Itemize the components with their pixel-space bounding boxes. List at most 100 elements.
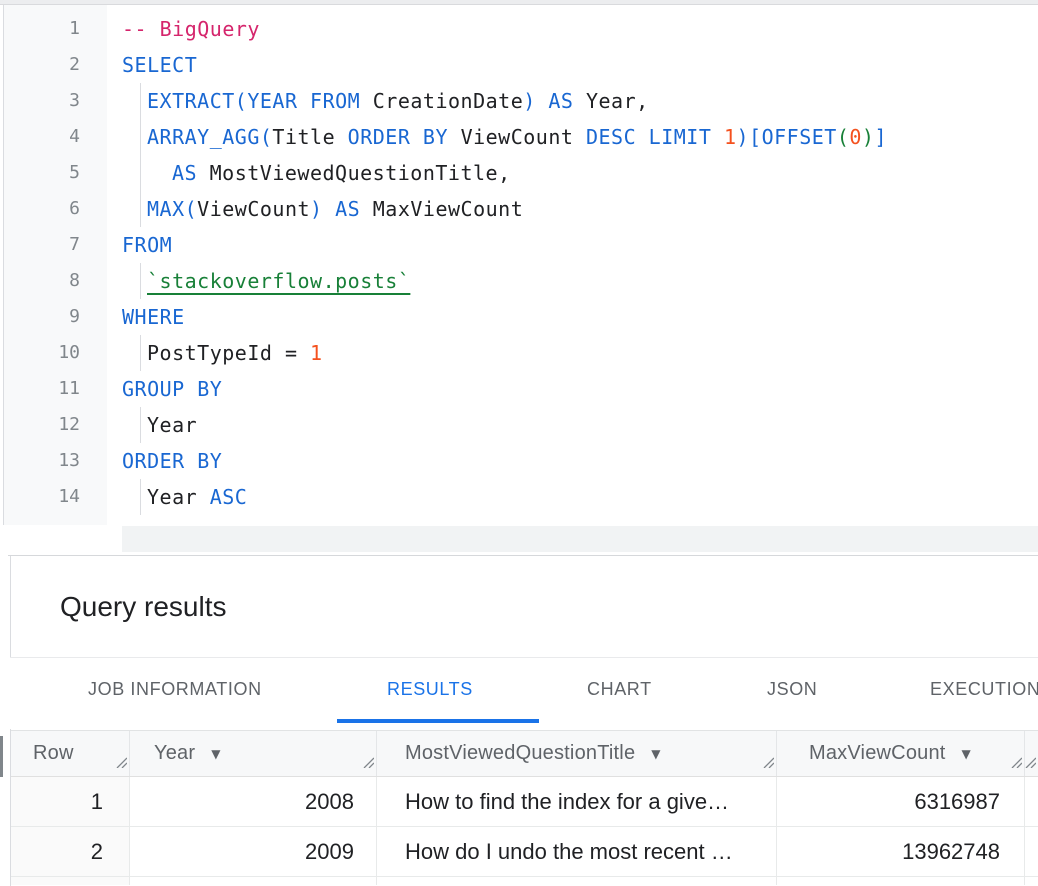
code-token: AS (172, 161, 197, 185)
table-header-row: RowYear▼MostViewedQuestionTitle▼MaxViewC… (11, 730, 1038, 777)
column-resize-grip-icon[interactable] (761, 751, 774, 774)
code-text: MAX(ViewCount) AS MaxViewCount (122, 191, 523, 227)
column-resize-grip-icon[interactable] (114, 751, 127, 774)
code-token: -- BigQuery (122, 17, 260, 41)
table-row: 22009How do I undo the most recent …1396… (11, 827, 1038, 877)
code-token: Year (147, 413, 197, 437)
column-resize-grip-icon[interactable] (1009, 751, 1022, 774)
code-token: GROUP BY (122, 377, 222, 401)
line-number: 7 (4, 227, 80, 263)
line-number: 5 (4, 155, 80, 191)
column-header-label: MostViewedQuestionTitle (405, 742, 635, 765)
code-line[interactable]: 10 PostTypeId = 1 (0, 335, 1038, 371)
editor-horizontal-scrollbar[interactable] (122, 526, 1038, 552)
code-line[interactable]: 12 Year (0, 407, 1038, 443)
line-number: 3 (4, 83, 80, 119)
left-scrollbar-thumb[interactable] (0, 736, 3, 777)
column-menu-arrow-icon[interactable]: ▼ (962, 747, 971, 761)
line-number: 1 (4, 11, 80, 47)
sql-editor[interactable]: 1 -- BigQuery 2 SELECT 3 EXTRACT(YEAR FROM Cr… (0, 5, 1038, 525)
column-header-year[interactable]: Year ▼ (130, 731, 377, 776)
cell-filler (1025, 777, 1038, 826)
code-token: 1 (724, 125, 737, 149)
code-token: WHERE (122, 305, 185, 329)
code-line[interactable]: 5 AS MostViewedQuestionTitle, (0, 155, 1038, 191)
code-line[interactable]: 9WHERE (0, 299, 1038, 335)
column-header-row[interactable]: Row (11, 731, 130, 776)
cell-maxviewcount: 6316987 (777, 777, 1025, 826)
code-line[interactable]: 1 -- BigQuery (0, 11, 1038, 47)
code-line[interactable]: 7 FROM (0, 227, 1038, 263)
code-token: ORDER BY (335, 125, 460, 149)
query-results-title: Query results (60, 557, 227, 657)
code-text: PostTypeId = 1 (122, 335, 323, 371)
code-token: ARRAY_AGG( (147, 125, 272, 149)
code-text: ORDER BY (122, 443, 222, 479)
code-line[interactable]: 13 ORDER BY (0, 443, 1038, 479)
code-text: EXTRACT(YEAR FROM CreationDate) AS Year, (122, 83, 649, 119)
code-token: 0 (849, 125, 862, 149)
column-resize-grip-icon[interactable] (1023, 751, 1036, 774)
line-number: 10 (4, 335, 80, 371)
tab-results[interactable]: RESULTS (387, 658, 473, 720)
panel-divider (8, 555, 1038, 556)
code-line[interactable]: 3 EXTRACT(YEAR FROM CreationDate) AS Year… (0, 83, 1038, 119)
code-token: DESC LIMIT (573, 125, 724, 149)
code-text: SELECT (122, 47, 197, 83)
line-number: 2 (4, 47, 80, 83)
column-header-label: Year (154, 742, 195, 765)
cell-empty (11, 877, 130, 885)
code-token: CreationDate (373, 89, 524, 113)
code-token: MAX( (147, 197, 197, 221)
code-token: 1 (310, 341, 323, 365)
code-token: ViewCount (461, 125, 574, 149)
code-line[interactable]: 14 Year ASC (0, 479, 1038, 515)
code-token: )[OFFSET (736, 125, 836, 149)
results-table: RowYear▼MostViewedQuestionTitle▼MaxViewC… (11, 730, 1038, 885)
table-reference-link[interactable]: `stackoverflow.posts` (147, 269, 410, 293)
code-text: FROM (122, 227, 172, 263)
code-text: ARRAY_AGG(Title ORDER BY ViewCount DESC … (122, 119, 887, 155)
cell-year: 2008 (130, 777, 377, 826)
code-text: Year ASC (122, 479, 247, 515)
column-resize-grip-icon[interactable] (361, 751, 374, 774)
code-token: MaxViewCount (373, 197, 524, 221)
cell-mostviewedquestiontitle: How to find the index for a give… (377, 777, 777, 826)
column-menu-arrow-icon[interactable]: ▼ (211, 747, 220, 761)
tab-json[interactable]: JSON (767, 658, 817, 720)
column-header-mostviewedquestiontitle[interactable]: MostViewedQuestionTitle ▼ (377, 731, 777, 776)
code-line[interactable]: 8 `stackoverflow.posts` (0, 263, 1038, 299)
line-number: 11 (4, 371, 80, 407)
code-line[interactable]: 11 GROUP BY (0, 371, 1038, 407)
line-number: 13 (4, 443, 80, 479)
cell-filler (1025, 827, 1038, 876)
code-token: EXTRACT(YEAR FROM (147, 89, 373, 113)
tab-chart[interactable]: CHART (587, 658, 652, 720)
code-token: SELECT (122, 53, 197, 77)
column-header-maxviewcount[interactable]: MaxViewCount ▼ (777, 731, 1025, 776)
line-number: 12 (4, 407, 80, 443)
line-number: 6 (4, 191, 80, 227)
code-token: FROM (122, 233, 172, 257)
line-number: 4 (4, 119, 80, 155)
line-number: 8 (4, 263, 80, 299)
code-token: ViewCount (197, 197, 310, 221)
code-token: PostTypeId = (147, 341, 310, 365)
code-token: ] (874, 125, 887, 149)
column-header-filler (1025, 731, 1038, 776)
code-line[interactable]: 2 SELECT (0, 47, 1038, 83)
column-menu-arrow-icon[interactable]: ▼ (651, 747, 660, 761)
line-number: 14 (4, 479, 80, 515)
tab-execution-details[interactable]: EXECUTION DETAILS (930, 658, 1038, 720)
table-row-partial (11, 877, 1038, 885)
code-line[interactable]: 6 MAX(ViewCount) AS MaxViewCount (0, 191, 1038, 227)
code-token: Title (272, 125, 335, 149)
table-row: 12008How to find the index for a give…63… (11, 777, 1038, 827)
tab-job-information[interactable]: JOB INFORMATION (88, 658, 262, 720)
code-token: ) AS (310, 197, 373, 221)
cell-empty (777, 877, 1025, 885)
tab-bar: JOB INFORMATION RESULTS CHART JSON EXECUTION… (0, 658, 1038, 729)
code-text: AS MostViewedQuestionTitle, (122, 155, 511, 191)
code-line[interactable]: 4 ARRAY_AGG(Title ORDER BY ViewCount DESC… (0, 119, 1038, 155)
column-header-label: MaxViewCount (809, 742, 946, 765)
